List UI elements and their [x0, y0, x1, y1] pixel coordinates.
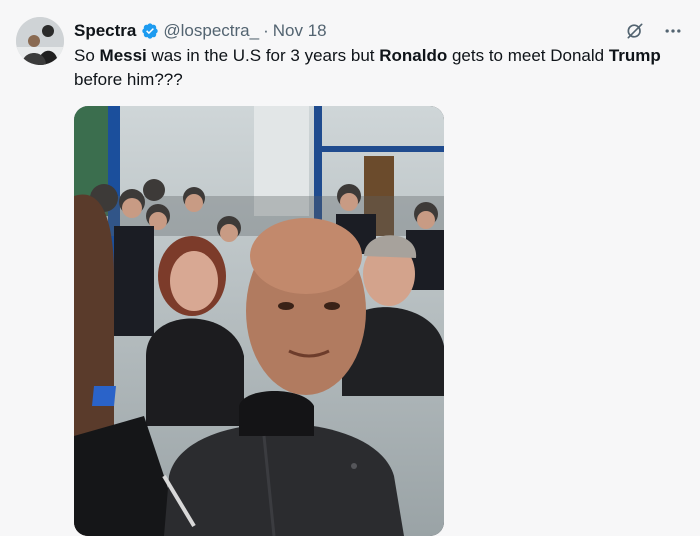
author-handle[interactable]: @lospectra_	[163, 21, 259, 41]
tweet-card: Spectra @lospectra_ · Nov 18 So Messi wa…	[0, 0, 700, 536]
tweet-actions-top	[624, 20, 684, 42]
stadium-crowd-photo	[74, 106, 444, 536]
mention-trump: Trump	[608, 46, 661, 65]
text-part: gets to meet Donald	[447, 46, 609, 65]
separator-dot: ·	[263, 21, 269, 40]
tweet-header: Spectra @lospectra_ · Nov 18	[74, 20, 327, 42]
tweet-date[interactable]: Nov 18	[273, 21, 327, 41]
tweet-media-video[interactable]	[74, 106, 444, 536]
grok-icon[interactable]	[624, 20, 646, 42]
mention-messi: Messi	[99, 46, 147, 65]
more-icon[interactable]	[662, 20, 684, 42]
text-part: was in the U.S for 3 years but	[146, 46, 380, 65]
verified-badge-icon	[141, 22, 159, 40]
text-part: before him???	[74, 70, 183, 89]
mention-ronaldo: Ronaldo	[379, 46, 448, 65]
avatar-image	[16, 17, 64, 65]
author-name[interactable]: Spectra	[74, 21, 136, 41]
text-part: So	[74, 46, 100, 65]
tweet-text: So Messi was in the U.S for 3 years but …	[74, 44, 664, 92]
avatar[interactable]	[16, 17, 64, 65]
